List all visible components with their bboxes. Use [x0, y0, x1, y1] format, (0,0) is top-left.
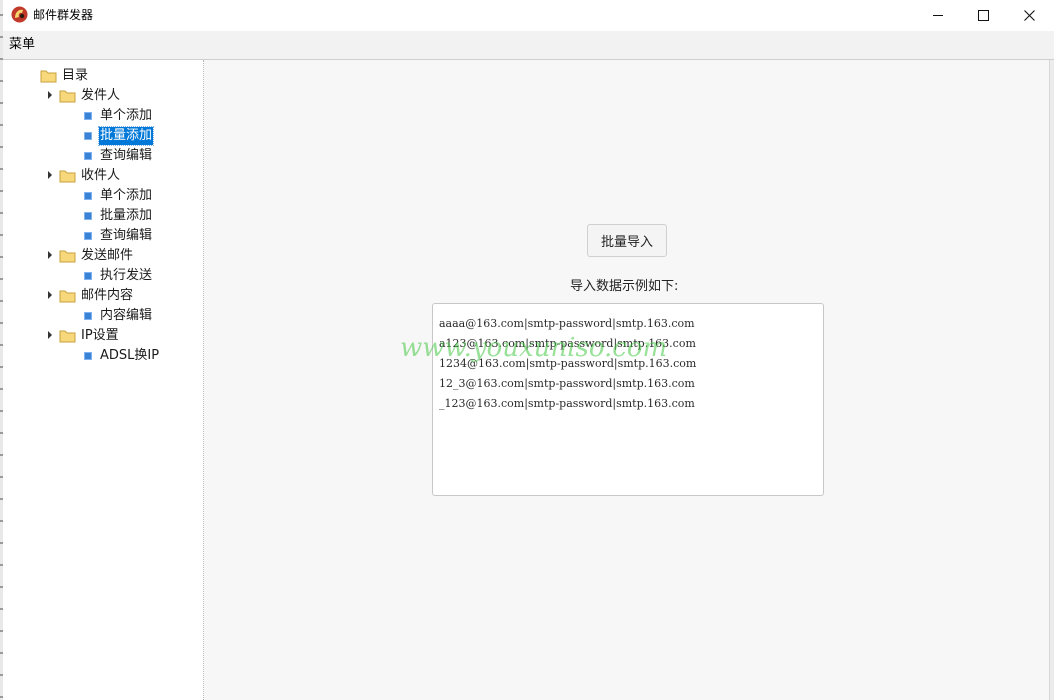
maximize-icon — [977, 10, 989, 21]
minimize-icon — [932, 15, 943, 16]
tree-item-label: 内容编辑 — [100, 308, 153, 323]
app-window: 邮件群发器 菜单 目录 发件人 单个添加 批量添加 查询编辑 收件人 单个添加 … — [0, 0, 1054, 700]
tree-group-label: IP设置 — [81, 328, 119, 343]
leaf-node-icon — [84, 312, 92, 320]
example-line: 12_3@163.com|smtp-password|smtp.163.com — [439, 377, 695, 390]
main-content-panel: 批量导入 导入数据示例如下: aaaa@163.com|smtp-passwor… — [204, 60, 1050, 700]
folder-icon — [59, 290, 76, 303]
tree-item-label: 单个添加 — [100, 108, 153, 123]
expand-arrow-icon[interactable] — [46, 291, 54, 299]
folder-icon — [59, 250, 76, 263]
leaf-node-icon — [84, 232, 92, 240]
tree-item-label: 查询编辑 — [100, 228, 153, 243]
tree-root[interactable]: 目录 — [40, 66, 89, 86]
folder-icon — [59, 170, 76, 183]
tree-item-adsl-switch-ip[interactable]: ADSL换IP — [81, 346, 160, 366]
close-button[interactable] — [1006, 0, 1052, 31]
app-logo-icon — [11, 6, 28, 23]
folder-icon — [59, 90, 76, 103]
tree-item-sender-query-edit[interactable]: 查询编辑 — [81, 146, 153, 166]
tree-item-content-edit[interactable]: 内容编辑 — [81, 306, 153, 326]
title-bar[interactable]: 邮件群发器 — [3, 0, 1054, 31]
navigation-tree[interactable]: 目录 发件人 单个添加 批量添加 查询编辑 收件人 单个添加 批量添加 查询编辑… — [3, 60, 204, 700]
expand-arrow-icon[interactable] — [46, 251, 54, 259]
tree-group-recipient[interactable]: 收件人 — [59, 166, 121, 186]
leaf-node-icon — [84, 132, 92, 140]
example-data-textbox[interactable]: aaaa@163.com|smtp-password|smtp.163.com … — [432, 303, 824, 496]
tree-item-label: 执行发送 — [100, 268, 153, 283]
folder-icon — [59, 330, 76, 343]
example-line: _123@163.com|smtp-password|smtp.163.com — [439, 397, 695, 410]
tree-item-sender-batch-add[interactable]: 批量添加 — [81, 126, 155, 146]
tree-group-label: 邮件内容 — [81, 288, 134, 303]
tree-group-label: 发件人 — [81, 88, 121, 103]
maximize-button[interactable] — [960, 0, 1006, 31]
example-line: a123@163.com|smtp-password|smtp.163.com — [439, 337, 696, 350]
tree-root-label: 目录 — [62, 68, 89, 83]
tree-item-label-selected: 批量添加 — [97, 126, 155, 146]
example-label: 导入数据示例如下: — [570, 279, 679, 294]
leaf-node-icon — [84, 212, 92, 220]
tree-item-label: 批量添加 — [100, 208, 153, 223]
tree-group-mail-content[interactable]: 邮件内容 — [59, 286, 134, 306]
leaf-node-icon — [84, 272, 92, 280]
menu-bar: 菜单 — [3, 31, 1054, 60]
batch-import-button[interactable]: 批量导入 — [587, 224, 667, 257]
leaf-node-icon — [84, 192, 92, 200]
minimize-button[interactable] — [915, 0, 961, 31]
example-line: aaaa@163.com|smtp-password|smtp.163.com — [439, 317, 695, 330]
tree-item-recipient-query-edit[interactable]: 查询编辑 — [81, 226, 153, 246]
background-window-edge-right — [1049, 60, 1054, 700]
folder-icon — [40, 70, 57, 83]
expand-arrow-icon[interactable] — [46, 91, 54, 99]
menu-item-menu[interactable]: 菜单 — [9, 37, 35, 53]
tree-item-recipient-batch-add[interactable]: 批量添加 — [81, 206, 153, 226]
tree-group-label: 收件人 — [81, 168, 121, 183]
tree-item-recipient-single-add[interactable]: 单个添加 — [81, 186, 153, 206]
tree-item-label: 单个添加 — [100, 188, 153, 203]
example-line: 1234@163.com|smtp-password|smtp.163.com — [439, 357, 697, 370]
tree-item-execute-send[interactable]: 执行发送 — [81, 266, 153, 286]
window-title: 邮件群发器 — [33, 8, 94, 22]
tree-group-label: 发送邮件 — [81, 248, 134, 263]
tree-item-label: 查询编辑 — [100, 148, 153, 163]
tree-group-sender[interactable]: 发件人 — [59, 86, 121, 106]
leaf-node-icon — [84, 112, 92, 120]
tree-item-sender-single-add[interactable]: 单个添加 — [81, 106, 153, 126]
expand-arrow-icon[interactable] — [46, 331, 54, 339]
tree-group-ip-settings[interactable]: IP设置 — [59, 326, 120, 346]
leaf-node-icon — [84, 152, 92, 160]
tree-group-send-mail[interactable]: 发送邮件 — [59, 246, 134, 266]
close-icon — [1023, 10, 1035, 21]
expand-arrow-icon[interactable] — [46, 171, 54, 179]
leaf-node-icon — [84, 352, 92, 360]
tree-item-label: ADSL换IP — [100, 348, 160, 363]
